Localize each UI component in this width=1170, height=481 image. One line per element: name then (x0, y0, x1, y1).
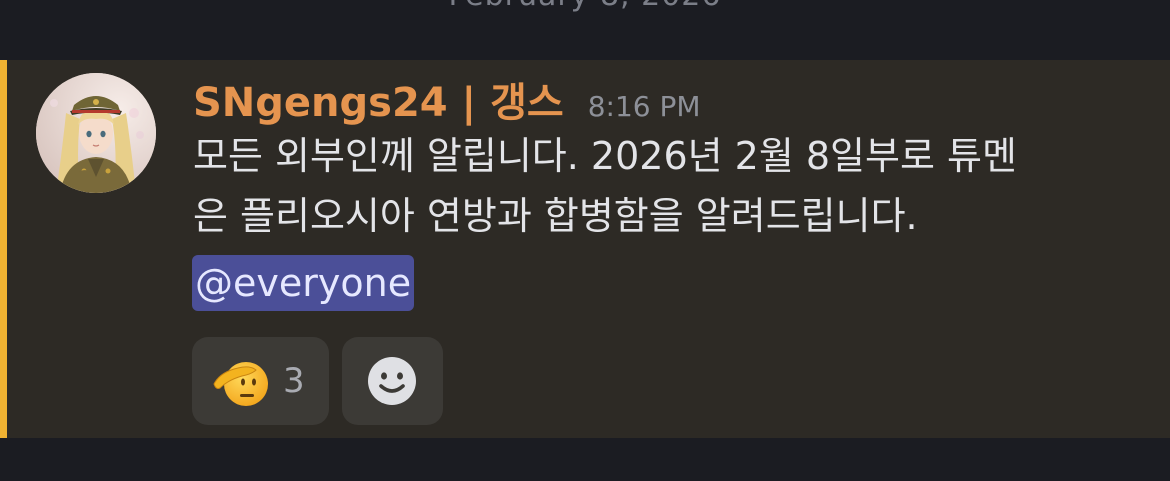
add-reaction-icon (368, 357, 416, 405)
message-content-line-2: 은 플리오시아 연방과 합병함을 알려드립니다. (193, 194, 918, 238)
avatar[interactable] (36, 73, 156, 193)
mention-highlight-bar (0, 60, 7, 438)
military-girl-avatar-icon (36, 73, 156, 193)
message-item[interactable]: SNgengs24 | 갱스 8:16 PM 모든 외부인께 알립니다. 2026… (0, 60, 1170, 438)
reaction-count: 3 (283, 361, 305, 401)
saluting-face-icon (213, 362, 268, 406)
message-timestamp[interactable]: 8:16 PM (588, 90, 701, 123)
date-divider: February 8, 2026 (0, 0, 1170, 13)
author-name[interactable]: SNgengs24 | 갱스 (193, 80, 564, 126)
message-content-line-1: 모든 외부인께 알립니다. 2026년 2월 8일부로 튜멘 (193, 134, 1017, 178)
message-header: SNgengs24 | 갱스 8:16 PM (193, 70, 701, 126)
add-reaction-button[interactable] (342, 337, 443, 425)
message-content: 모든 외부인께 알립니다. 2026년 2월 8일부로 튜멘 은 플리오시아 연… (193, 126, 1153, 246)
everyone-mention[interactable]: @everyone (192, 255, 415, 311)
reaction-salute[interactable]: 3 (192, 337, 329, 425)
